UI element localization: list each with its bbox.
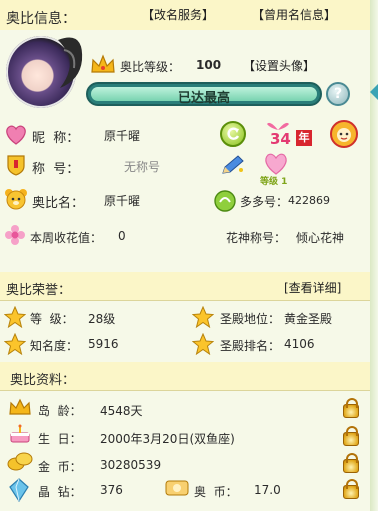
obi-name-label: 奥比名： bbox=[32, 196, 85, 211]
scroll-arrow-icon[interactable] bbox=[370, 84, 378, 100]
nickname-label: 昵 称： bbox=[32, 131, 80, 146]
lion-badge-icon bbox=[330, 120, 358, 148]
lock-icon[interactable] bbox=[343, 479, 359, 499]
grade-label: 等 级： bbox=[30, 312, 74, 326]
duoduo-icon bbox=[214, 190, 236, 212]
rank-value: 4106 bbox=[284, 337, 315, 351]
lock-icon[interactable] bbox=[343, 426, 359, 446]
obi-coin-value: 17.0 bbox=[254, 483, 281, 497]
birthday-value: 2000年3月20日(双鱼座) bbox=[100, 432, 235, 446]
year-number: 34 bbox=[270, 130, 291, 148]
view-detail-link[interactable]: [查看详细] bbox=[284, 279, 341, 296]
crystal-icon bbox=[9, 478, 29, 502]
title-value: 无称号 bbox=[124, 160, 161, 174]
data-divider bbox=[0, 390, 370, 391]
title-label: 称 号： bbox=[32, 162, 80, 177]
honor-divider bbox=[0, 300, 370, 301]
star-icon bbox=[4, 306, 26, 328]
heart-level-text: 等级 1 bbox=[260, 177, 288, 187]
data-title: 奥比资料： bbox=[10, 373, 76, 388]
refresh-button[interactable] bbox=[220, 121, 246, 147]
palace-label: 圣殿地位： bbox=[220, 312, 281, 326]
rename-service-link[interactable]: 【改名服务】 bbox=[142, 6, 214, 23]
help-button[interactable]: ? bbox=[326, 82, 350, 106]
crystal-label: 晶 钻： bbox=[38, 485, 82, 499]
crown-icon bbox=[91, 54, 115, 73]
level-label: 奥比等级： bbox=[120, 60, 181, 74]
year-text: 年 bbox=[296, 130, 312, 146]
flower-title-label: 花神称号： bbox=[226, 231, 287, 245]
level-progress-text: 已达最高 bbox=[177, 91, 230, 106]
level-progress-bar: 已达最高 bbox=[86, 82, 322, 106]
obi-name-value: 原千曜 bbox=[104, 194, 141, 208]
level-value: 100 bbox=[196, 58, 222, 72]
fame-label: 知名度： bbox=[30, 339, 79, 353]
pencil-icon[interactable] bbox=[220, 154, 246, 176]
flower-title-value: 倾心花神 bbox=[296, 231, 345, 245]
fame-value: 5916 bbox=[88, 337, 119, 351]
heart-level-badge: 等级 1 bbox=[258, 152, 298, 187]
lock-icon[interactable] bbox=[343, 453, 359, 473]
used-names-link[interactable]: 【曾用名信息】 bbox=[252, 6, 336, 23]
honor-title: 奥比荣誉： bbox=[6, 283, 72, 298]
grade-value: 28级 bbox=[88, 312, 116, 326]
flower-label: 本周收花值： bbox=[30, 231, 103, 245]
bear-face-icon bbox=[5, 189, 27, 210]
flower-icon bbox=[5, 225, 25, 245]
year-badge: 34 年 bbox=[264, 120, 318, 148]
title-badge-icon bbox=[7, 155, 25, 176]
set-avatar-link[interactable]: 【设置头像】 bbox=[243, 57, 315, 74]
info-title: 奥比信息： bbox=[6, 11, 76, 27]
nickname-value: 原千曜 bbox=[104, 129, 141, 143]
crystal-value: 376 bbox=[100, 483, 123, 497]
obi-coin-label: 奥 币： bbox=[194, 485, 238, 499]
age-value: 4548天 bbox=[100, 404, 143, 418]
crown-icon bbox=[9, 398, 31, 415]
star-icon bbox=[192, 333, 214, 355]
coin-value: 30280539 bbox=[100, 458, 162, 472]
heart-icon bbox=[6, 125, 26, 145]
right-edge bbox=[370, 0, 378, 511]
lock-icon[interactable] bbox=[343, 398, 359, 418]
gold-coin-icon bbox=[7, 452, 33, 471]
flower-value: 0 bbox=[118, 229, 126, 243]
age-label: 岛 龄： bbox=[38, 404, 82, 418]
duoduo-value: 422869 bbox=[288, 194, 330, 207]
coin-label: 金 币： bbox=[38, 460, 82, 474]
duoduo-label: 多多号： bbox=[240, 195, 289, 209]
rank-label: 圣殿排名： bbox=[220, 339, 281, 353]
birthday-label: 生 日： bbox=[38, 432, 82, 446]
cake-icon bbox=[10, 424, 30, 443]
ticket-icon bbox=[165, 480, 189, 496]
pink-heart-icon bbox=[265, 153, 287, 175]
avatar-wing-icon bbox=[58, 37, 83, 88]
star-icon bbox=[192, 306, 214, 328]
palace-value: 黄金圣殿 bbox=[284, 312, 333, 326]
help-icon: ? bbox=[333, 86, 343, 102]
refresh-icon bbox=[227, 127, 240, 140]
star-icon bbox=[4, 333, 26, 355]
